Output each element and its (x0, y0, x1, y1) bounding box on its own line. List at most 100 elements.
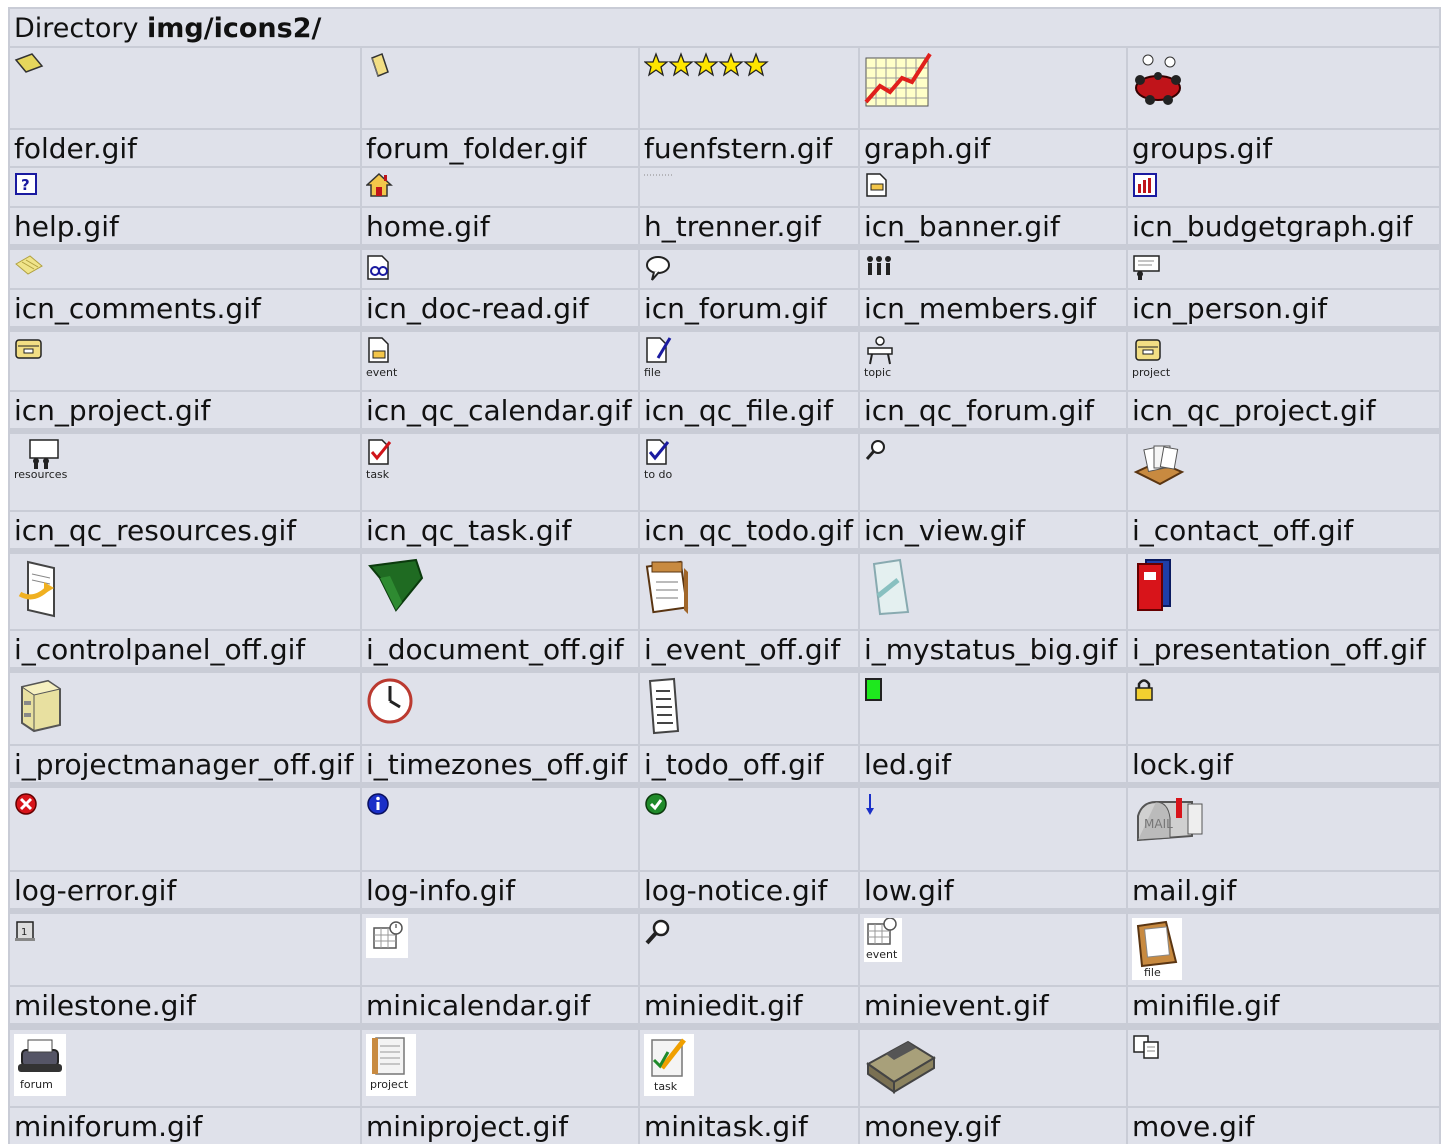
file-name-label: log-error.gif (10, 872, 360, 908)
notice-check-icon (645, 793, 667, 815)
file-name-label: folder.gif (10, 130, 360, 166)
svg-text:file: file (644, 366, 661, 379)
file-name-label: icn_qc_resources.gif (10, 512, 360, 548)
lock-icon (1135, 679, 1153, 701)
file-name-label: fuenfstern.gif (640, 130, 858, 166)
document-folder-icon (368, 558, 424, 612)
banner-icon (866, 173, 887, 197)
file-name-label: i_contact_off.gif (1128, 512, 1439, 548)
icon-cell (1128, 168, 1439, 206)
presentation-binders-icon (1137, 559, 1171, 611)
file-name-label: minievent.gif (860, 987, 1126, 1023)
view-magnifier-icon (865, 440, 885, 460)
svg-text:topic: topic (864, 366, 891, 379)
icon-cell: event (860, 914, 1126, 985)
contact-cards-icon (1133, 445, 1185, 486)
file-name-label: i_presentation_off.gif (1128, 631, 1439, 667)
icon-cell (362, 788, 638, 870)
file-name-label: h_trenner.gif (640, 208, 858, 244)
help-icon: ? (15, 173, 37, 195)
svg-text:MAIL: MAIL (1144, 817, 1173, 831)
icon-cell (10, 788, 360, 870)
file-name-label: minicalendar.gif (362, 987, 638, 1023)
icon-cell (860, 1030, 1126, 1106)
move-icon (1133, 1035, 1159, 1059)
svg-text:forum: forum (20, 1078, 53, 1091)
info-icon (367, 793, 389, 815)
icon-cell (10, 48, 360, 128)
icon-cell (362, 554, 638, 629)
icon-cell (640, 250, 858, 288)
file-name-label: icn_qc_forum.gif (860, 392, 1126, 428)
file-name-label: icn_project.gif (10, 392, 360, 428)
icon-cell: to do (640, 434, 858, 510)
svg-text:?: ? (21, 176, 30, 194)
icon-cell (640, 48, 858, 128)
file-name-label: log-notice.gif (640, 872, 858, 908)
icon-cell (640, 168, 858, 206)
h-separator-icon (644, 174, 672, 176)
file-name-label: miniforum.gif (10, 1108, 360, 1144)
file-name-label: icn_qc_task.gif (362, 512, 638, 548)
icon-cell: resources (10, 434, 360, 510)
icon-cell (1128, 250, 1439, 288)
svg-text:task: task (366, 468, 390, 481)
icon-cell: file (1128, 914, 1439, 985)
mini-event-icon: event (864, 918, 902, 962)
control-panel-icon (18, 560, 55, 618)
file-name-label: i_mystatus_big.gif (860, 631, 1126, 667)
directory-header: Directory img/icons2/ (10, 9, 1439, 46)
icon-cell: file (640, 332, 858, 390)
mini-file-icon: file (1132, 918, 1182, 980)
directory-prefix: Directory (14, 13, 139, 44)
icon-cell (1128, 48, 1439, 128)
file-name-label: lock.gif (1128, 746, 1439, 782)
icon-cell: 1 (10, 914, 360, 985)
svg-text:1: 1 (21, 927, 27, 938)
file-name-label: i_controlpanel_off.gif (10, 631, 360, 667)
file-name-label: icn_qc_todo.gif (640, 512, 858, 548)
icon-cell (362, 673, 638, 744)
money-icon (866, 1040, 936, 1094)
five-stars-icon (644, 52, 769, 77)
icon-cell (362, 168, 638, 206)
todo-list-icon (648, 677, 680, 735)
svg-text:resources: resources (14, 468, 68, 481)
icon-cell (640, 554, 858, 629)
file-name-label: low.gif (860, 872, 1126, 908)
file-name-label: led.gif (860, 746, 1126, 782)
file-name-label: icn_person.gif (1128, 290, 1439, 326)
icon-cell: task (640, 1030, 858, 1106)
mini-calendar-icon (366, 918, 408, 958)
icon-cell: event (362, 332, 638, 390)
icon-cell: project (362, 1030, 638, 1106)
icon-cell (1128, 673, 1439, 744)
person-icon (1133, 255, 1160, 280)
members-icon (867, 256, 891, 275)
icon-cell (1128, 434, 1439, 510)
icon-cell (1128, 554, 1439, 629)
svg-text:file: file (1144, 966, 1161, 979)
icon-cell (10, 250, 360, 288)
icon-cell (860, 434, 1126, 510)
icon-cell (860, 788, 1126, 870)
file-name-label: icn_doc-read.gif (362, 290, 638, 326)
icon-cell (362, 250, 638, 288)
file-name-label: icn_banner.gif (860, 208, 1126, 244)
icon-cell: ? (10, 168, 360, 206)
qc-file-icon: file (644, 337, 672, 379)
svg-text:to do: to do (644, 468, 673, 481)
file-name-label: home.gif (362, 208, 638, 244)
icon-cell (640, 673, 858, 744)
file-name-label: groups.gif (1128, 130, 1439, 166)
file-name-label: icn_budgetgraph.gif (1128, 208, 1439, 244)
project-box-icon (15, 339, 42, 359)
file-name-label: icn_forum.gif (640, 290, 858, 326)
icon-cell: forum (10, 1030, 360, 1106)
led-icon (865, 678, 882, 701)
icon-cell (860, 554, 1126, 629)
icon-cell (362, 48, 638, 128)
cabinet-icon (20, 679, 62, 733)
folder-icon (14, 53, 44, 73)
file-name-label: i_timezones_off.gif (362, 746, 638, 782)
